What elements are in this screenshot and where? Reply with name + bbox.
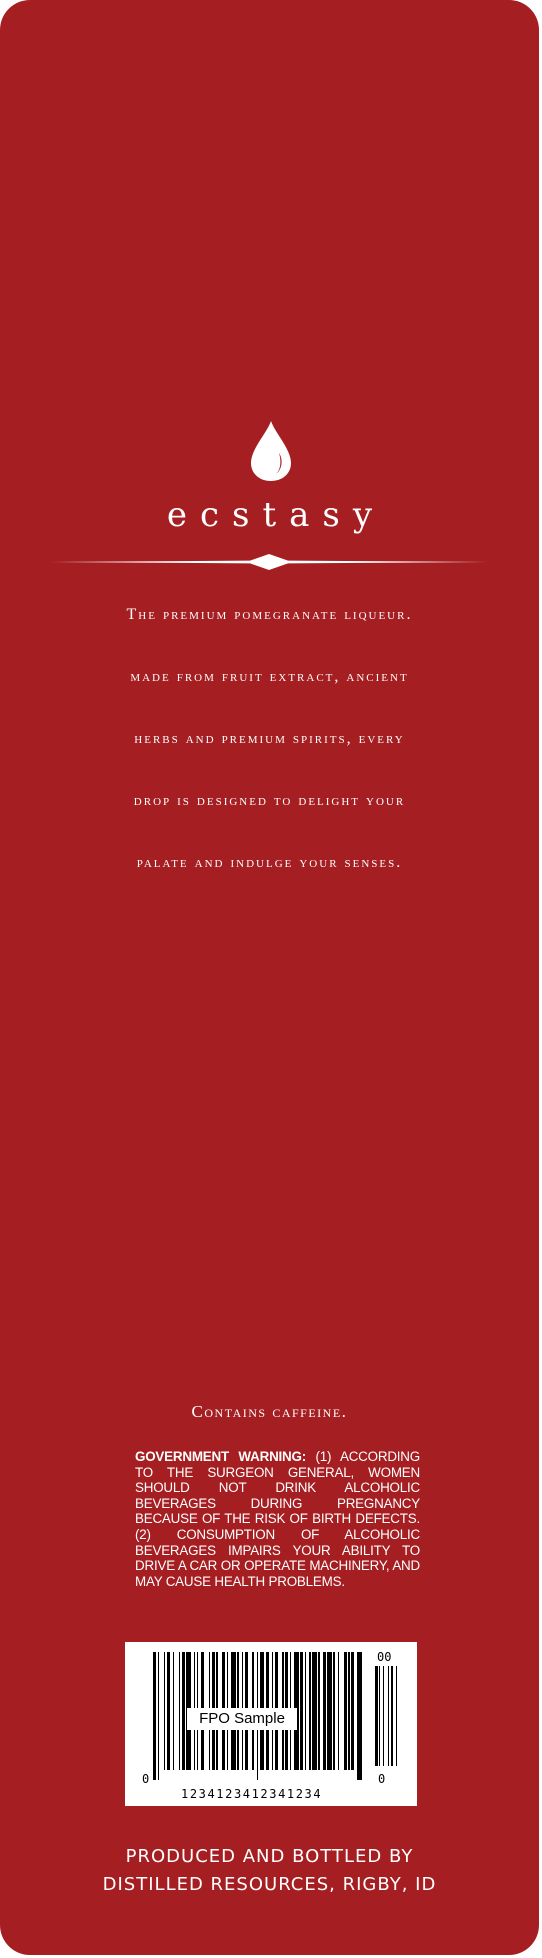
barcode-bar xyxy=(163,1652,165,1770)
barcode: 00 FPO Sample 0 0 1234123412341234 xyxy=(125,1642,417,1806)
tagline-line: drop is designed to delight your xyxy=(133,792,406,809)
tagline: The premium pomegranate liqueur. made fr… xyxy=(20,602,519,912)
barcode-addon-digits: 00 xyxy=(377,1650,392,1664)
caffeine-note: Contains caffeine. xyxy=(191,1402,348,1421)
tagline-line: The premium pomegranate liqueur. xyxy=(126,606,413,623)
barcode-addon-bar xyxy=(382,1666,385,1766)
barcode-bar xyxy=(181,1652,185,1770)
government-warning: GOVERNMENT WARNING: (1) ACCORDING TO THE… xyxy=(135,1449,420,1589)
drop-icon xyxy=(251,421,291,481)
barcode-bar xyxy=(153,1652,156,1780)
barcode-right-digit: 0 xyxy=(378,1772,386,1786)
barcode-bar xyxy=(309,1652,311,1770)
producer-info: Produced and bottled by Distilled Resour… xyxy=(0,1843,539,1899)
producer-line: Produced and bottled by xyxy=(125,1846,414,1867)
ornamental-divider xyxy=(50,554,488,570)
barcode-bar xyxy=(348,1652,350,1770)
bottle-label: ecstasy The premium pomegranate liqueur.… xyxy=(0,0,539,1955)
barcode-bar xyxy=(333,1652,335,1770)
barcode-bar xyxy=(300,1652,303,1770)
barcode-number: 1234123412341234 xyxy=(181,1787,323,1801)
barcode-bar xyxy=(304,1652,306,1770)
barcode-addon-bar xyxy=(375,1666,378,1766)
barcode-bar xyxy=(178,1652,180,1770)
producer-line: Distilled Resources, Rigby, ID xyxy=(102,1874,437,1895)
barcode-bar xyxy=(327,1652,332,1770)
tagline-line: palate and indulge your senses. xyxy=(136,854,403,871)
barcode-addon-bar xyxy=(388,1666,390,1766)
tagline-line: made from fruit extract, ancient xyxy=(130,668,409,685)
barcode-bar xyxy=(166,1652,170,1770)
barcode-bar xyxy=(343,1652,347,1770)
tagline-line: herbs and premium spirits, every xyxy=(134,730,405,747)
barcode-bar xyxy=(312,1652,317,1770)
warning-title: GOVERNMENT WARNING: xyxy=(135,1449,307,1464)
barcode-bar xyxy=(357,1652,362,1780)
barcode-left-digit: 0 xyxy=(142,1772,150,1786)
warning-body: (1) ACCORDING TO THE SURGEON GENERAL, WO… xyxy=(135,1449,420,1589)
barcode-addon-bar xyxy=(395,1666,398,1766)
barcode-bar xyxy=(337,1652,339,1770)
barcode-bar xyxy=(351,1652,354,1770)
barcode-bar xyxy=(172,1652,174,1770)
barcode-bar xyxy=(157,1652,159,1780)
barcode-bar xyxy=(318,1652,320,1770)
barcode-overlay-text: FPO Sample xyxy=(187,1708,297,1730)
barcode-addon-bars xyxy=(375,1666,401,1784)
brand-name: ecstasy xyxy=(166,495,386,535)
barcode-bar xyxy=(322,1652,326,1770)
barcode-addon-bar xyxy=(378,1666,381,1766)
barcode-addon-bar xyxy=(390,1666,394,1766)
